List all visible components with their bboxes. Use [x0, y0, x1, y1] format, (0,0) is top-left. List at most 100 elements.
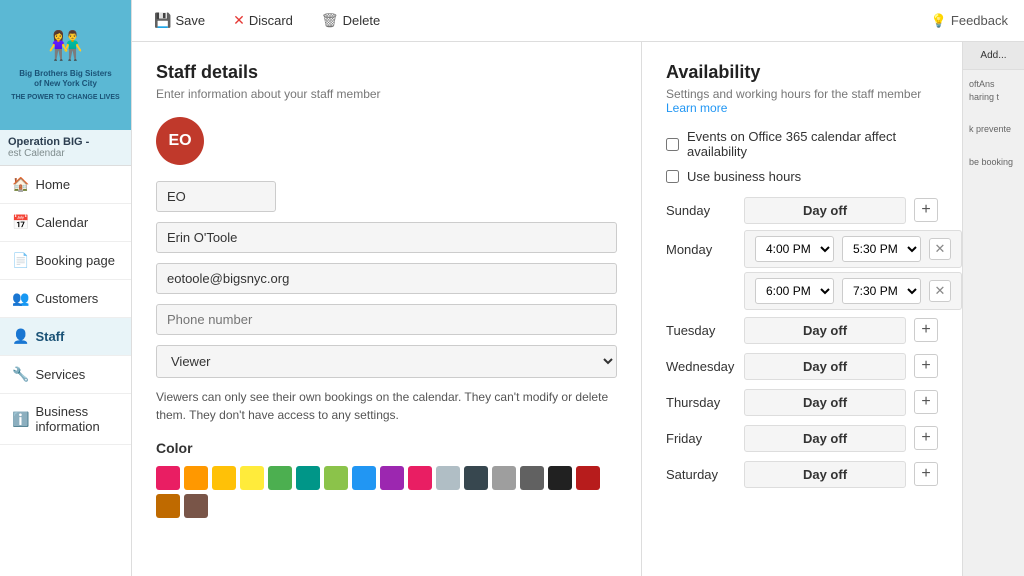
logo-tagline: THE POWER TO CHANGE LIVES: [11, 93, 119, 102]
learn-more-link[interactable]: Learn more: [666, 101, 727, 115]
day-label-saturday: Saturday: [666, 467, 736, 482]
feedback-button[interactable]: 💡 Feedback: [931, 13, 1008, 29]
save-label: Save: [175, 13, 205, 28]
day-label-thursday: Thursday: [666, 395, 736, 410]
start-time-monday-1[interactable]: 6:00 PM 3:00 PM3:30 PM4:00 PM4:30 PM5:00…: [755, 278, 834, 304]
day-row-friday: Friday Day off +: [666, 422, 938, 454]
availability-subtitle: Settings and working hours for the staff…: [666, 87, 938, 115]
avatar: EO: [156, 117, 204, 165]
save-button[interactable]: 💾 Save: [148, 8, 211, 33]
color-swatch-12[interactable]: [492, 466, 516, 490]
delete-button[interactable]: 🗑 Delete: [315, 8, 386, 33]
remove-slot-btn-monday-1[interactable]: ✕: [929, 280, 951, 302]
add-slot-btn-friday[interactable]: +: [914, 426, 938, 450]
home-icon: 🏠: [12, 176, 29, 193]
add-slot-btn-tuesday[interactable]: +: [914, 318, 938, 342]
color-swatch-3[interactable]: [240, 466, 264, 490]
day-off-text-tuesday: Day off: [755, 323, 895, 338]
color-swatch-9[interactable]: [408, 466, 432, 490]
office365-checkbox-row: Events on Office 365 calendar affect ava…: [666, 129, 938, 159]
discard-icon: ✕: [233, 12, 245, 29]
full-name-input[interactable]: [156, 222, 617, 253]
email-input[interactable]: [156, 263, 617, 294]
sidebar-item-staff[interactable]: 👤Staff: [0, 318, 131, 356]
day-row-wednesday: Wednesday Day off +: [666, 350, 938, 382]
nav-label-staff: Staff: [35, 329, 64, 344]
color-swatch-5[interactable]: [296, 466, 320, 490]
color-swatch-0[interactable]: [156, 466, 180, 490]
day-off-text-thursday: Day off: [755, 395, 895, 410]
feedback-label: Feedback: [951, 13, 1008, 28]
add-slot-btn-wednesday[interactable]: +: [914, 354, 938, 378]
discard-label: Discard: [249, 13, 293, 28]
remove-slot-btn-monday-0[interactable]: ✕: [929, 238, 951, 260]
add-slot-btn-thursday[interactable]: +: [914, 390, 938, 414]
add-button[interactable]: Add...: [963, 42, 1024, 70]
staff-details-title: Staff details: [156, 62, 617, 83]
role-note: Viewers can only see their own bookings …: [156, 388, 617, 424]
time-slot-monday-1: 6:00 PM 3:00 PM3:30 PM4:00 PM4:30 PM5:00…: [744, 272, 962, 310]
day-slot-thursday: Day off: [744, 389, 906, 416]
toolbar: 💾 Save ✕ Discard 🗑 Delete 💡 Feedback: [132, 0, 1024, 42]
nav-label-customers: Customers: [35, 291, 98, 306]
day-label-sunday: Sunday: [666, 203, 736, 218]
business-hours-checkbox[interactable]: [666, 170, 679, 183]
nav-label-home: Home: [35, 177, 70, 192]
sidebar-item-business-info[interactable]: ℹ️ Business information: [0, 394, 131, 445]
start-time-monday-0[interactable]: 4:00 PM 3:00 PM3:30 PM4:00 PM4:30 PM5:00…: [755, 236, 834, 262]
color-swatch-10[interactable]: [436, 466, 460, 490]
day-off-text-sunday: Day off: [755, 203, 895, 218]
staff-details-subtitle: Enter information about your staff membe…: [156, 87, 617, 101]
delete-label: Delete: [343, 13, 381, 28]
color-swatch-15[interactable]: [576, 466, 600, 490]
color-swatch-11[interactable]: [464, 466, 488, 490]
color-swatch-7[interactable]: [352, 466, 376, 490]
color-swatch-17[interactable]: [184, 494, 208, 518]
business-info-icon: ℹ️: [12, 411, 29, 428]
day-off-text-saturday: Day off: [755, 467, 895, 482]
day-row-sunday: Sunday Day off +: [666, 194, 938, 226]
color-swatch-1[interactable]: [184, 466, 208, 490]
role-select[interactable]: Viewer Administrator Team Member Schedul…: [156, 345, 617, 378]
color-grid: [156, 466, 617, 518]
nav-label-business-info: Business information: [35, 404, 119, 434]
office365-checkbox[interactable]: [666, 138, 679, 151]
office365-label: Events on Office 365 calendar affect ava…: [687, 129, 938, 159]
sidebar-item-booking-page[interactable]: 📄Booking page: [0, 242, 131, 280]
end-time-monday-1[interactable]: 7:30 PM 5:00 PM5:30 PM6:00 PM6:30 PM7:00…: [842, 278, 921, 304]
sidebar-item-calendar[interactable]: 📅Calendar: [0, 204, 131, 242]
org-title: Operation BIG - est Calendar: [0, 130, 131, 166]
booking-page-icon: 📄: [12, 252, 29, 269]
discard-button[interactable]: ✕ Discard: [227, 8, 299, 33]
day-row-thursday: Thursday Day off +: [666, 386, 938, 418]
end-time-monday-0[interactable]: 5:30 PM 5:00 PM5:30 PM6:00 PM6:30 PM7:00…: [842, 236, 921, 262]
color-swatch-2[interactable]: [212, 466, 236, 490]
availability-title: Availability: [666, 62, 938, 83]
main-content: 💾 Save ✕ Discard 🗑 Delete 💡 Feedback Sta…: [132, 0, 1024, 576]
availability-panel: Availability Settings and working hours …: [642, 42, 962, 576]
sidebar-item-services[interactable]: 🔧Services: [0, 356, 131, 394]
time-slot-monday-0: 4:00 PM 3:00 PM3:30 PM4:00 PM4:30 PM5:00…: [744, 230, 962, 268]
add-slot-btn-saturday[interactable]: +: [914, 462, 938, 486]
logo-icon: 👫: [11, 28, 119, 64]
business-hours-checkbox-row: Use business hours: [666, 169, 938, 184]
sidebar-item-home[interactable]: 🏠 Home: [0, 166, 131, 204]
phone-input[interactable]: [156, 304, 617, 335]
color-swatch-16[interactable]: [156, 494, 180, 518]
short-name-input[interactable]: [156, 181, 276, 212]
day-label-friday: Friday: [666, 431, 736, 446]
calendar-icon: 📅: [12, 214, 29, 231]
day-slot-sunday: Day off: [744, 197, 906, 224]
logo-text: Big Brothers Big Sistersof New York City: [11, 69, 119, 90]
color-swatch-8[interactable]: [380, 466, 404, 490]
sidebar-item-customers[interactable]: 👥Customers: [0, 280, 131, 318]
day-slot-saturday: Day off: [744, 461, 906, 488]
color-swatch-6[interactable]: [324, 466, 348, 490]
add-slot-btn-sunday[interactable]: +: [914, 198, 938, 222]
sidebar: 👫 Big Brothers Big Sistersof New York Ci…: [0, 0, 132, 576]
right-preview-panel: Add... oftAns haring t k prevente be boo…: [962, 42, 1024, 576]
color-swatch-4[interactable]: [268, 466, 292, 490]
color-swatch-13[interactable]: [520, 466, 544, 490]
day-off-text-friday: Day off: [755, 431, 895, 446]
color-swatch-14[interactable]: [548, 466, 572, 490]
